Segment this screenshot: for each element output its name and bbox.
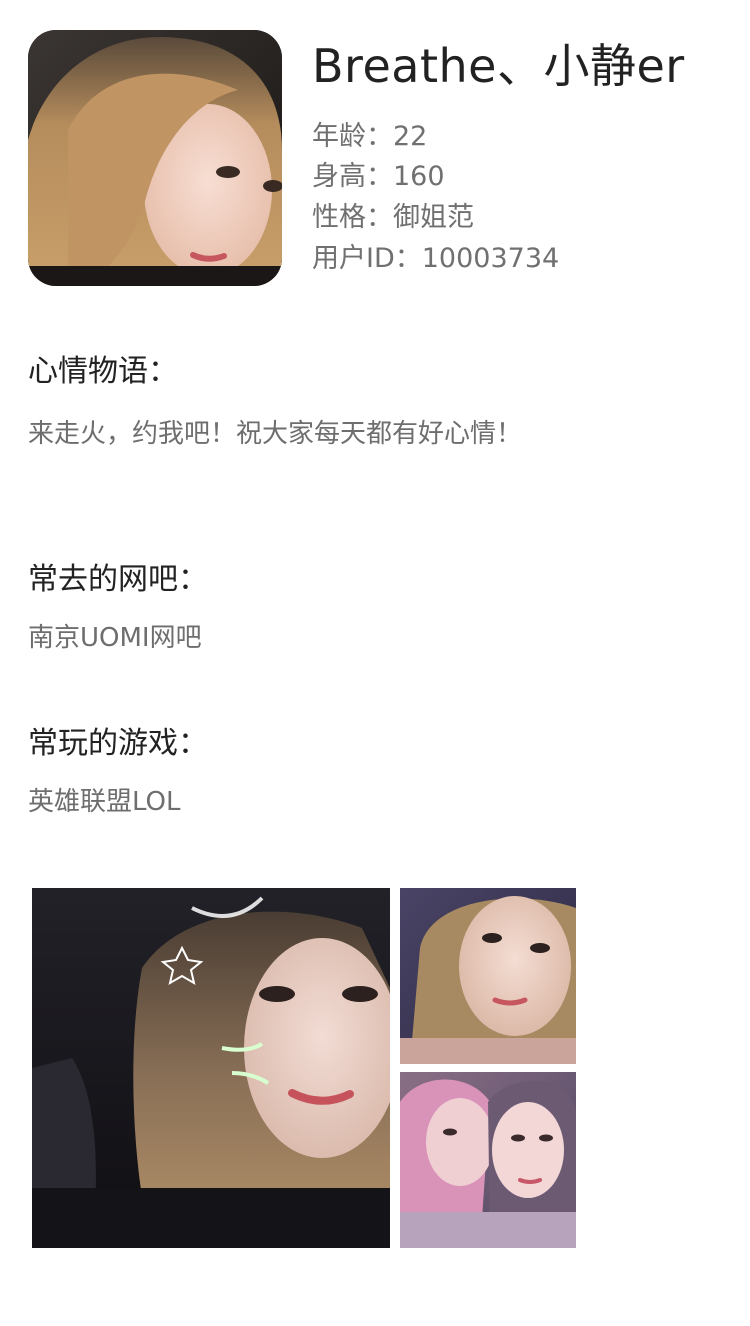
game-title: 常玩的游戏： (28, 726, 208, 761)
selfie-small-image (400, 888, 576, 1064)
gallery-photo-small[interactable] (400, 888, 576, 1064)
user-name: Breathe、小静er (312, 39, 685, 93)
height-info: 身高：160 (312, 161, 445, 192)
user-id-info: 用户ID：10003734 (312, 243, 560, 274)
gallery-photo-duo[interactable] (400, 1072, 576, 1248)
avatar-photo (28, 30, 282, 286)
game-text: 英雄联盟LOL (28, 787, 181, 817)
mood-text: 来走火，约我吧！祝大家每天都有好心情！ (28, 419, 523, 449)
personality-info: 性格：御姐范 (312, 202, 474, 233)
gallery-photo-large[interactable] (32, 888, 390, 1248)
selfie-image (32, 888, 390, 1248)
duo-image (400, 1072, 576, 1248)
cafe-title: 常去的网吧： (28, 562, 208, 597)
cafe-text: 南京UOMI网吧 (28, 623, 202, 653)
age-info: 年龄：22 (312, 121, 428, 152)
mood-title: 心情物语： (28, 354, 178, 389)
avatar[interactable] (28, 30, 282, 286)
